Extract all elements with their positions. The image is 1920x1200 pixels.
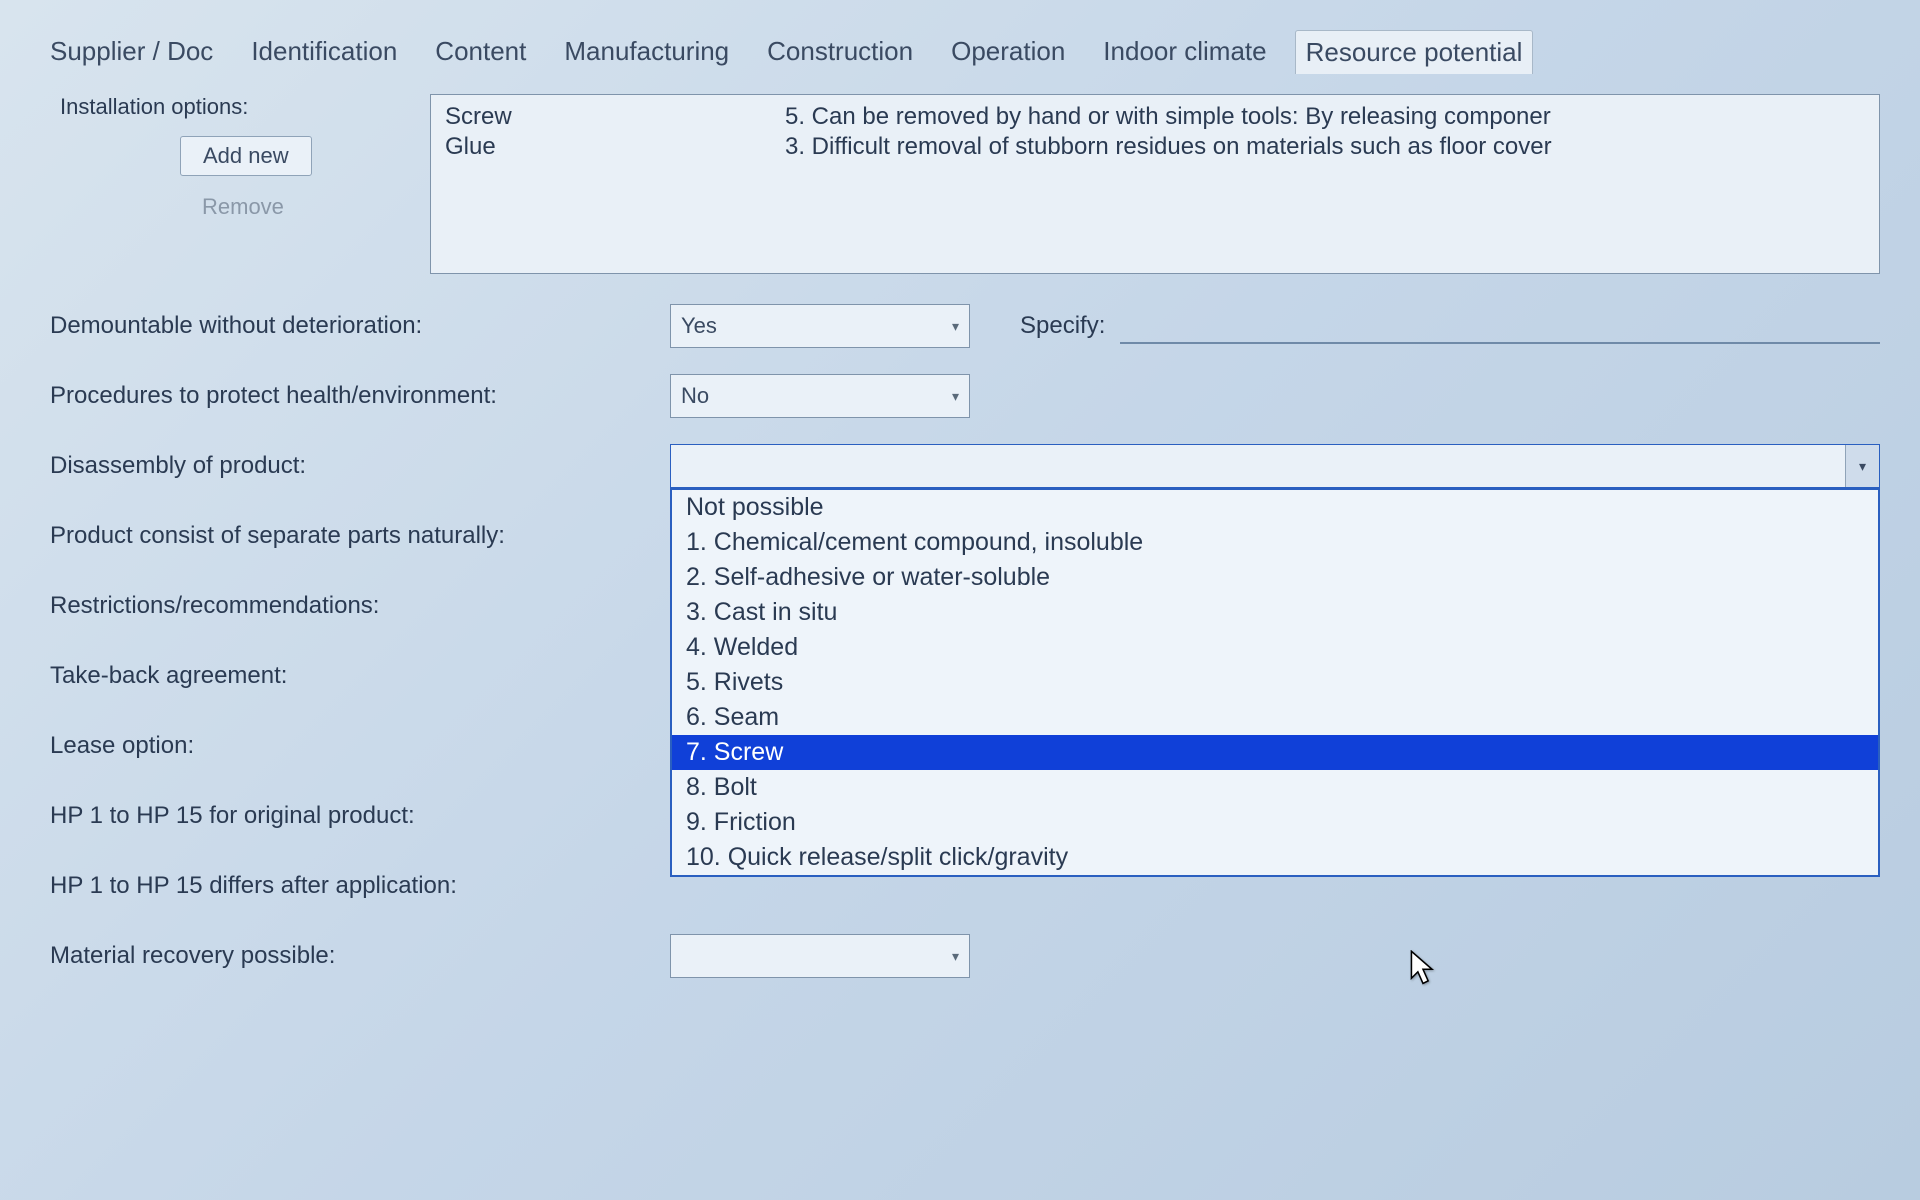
specify-input[interactable] [1120,308,1880,344]
install-item-desc: 3. Difficult removal of stubborn residue… [785,133,1865,161]
procedures-value: No [681,383,709,409]
demountable-value: Yes [681,313,717,339]
procedures-select[interactable]: No ▾ [670,374,970,418]
separate-parts-label: Product consist of separate parts natura… [50,522,670,550]
dropdown-option[interactable]: 3. Cast in situ [672,595,1878,630]
takeback-label: Take-back agreement: [50,662,670,690]
disassembly-dropdown-list: Not possible 1. Chemical/cement compound… [670,488,1880,877]
dropdown-option[interactable]: Not possible [672,490,1878,525]
disassembly-label: Disassembly of product: [50,452,670,480]
dropdown-option[interactable]: 2. Self-adhesive or water-soluble [672,560,1878,595]
dropdown-option[interactable]: 1. Chemical/cement compound, insoluble [672,525,1878,560]
install-item-name: Screw [445,103,785,131]
install-item-desc: 5. Can be removed by hand or with simple… [785,103,1865,131]
add-new-button[interactable]: Add new [180,136,312,176]
remove-button[interactable]: Remove [180,188,306,226]
material-recovery-select[interactable]: ▾ [670,934,970,978]
dropdown-option[interactable]: 9. Friction [672,805,1878,840]
demountable-label: Demountable without deterioration: [50,312,670,340]
dropdown-option-highlighted[interactable]: 7. Screw [672,735,1878,770]
dropdown-option[interactable]: 4. Welded [672,630,1878,665]
lease-option-label: Lease option: [50,732,670,760]
tab-construction[interactable]: Construction [757,30,923,74]
tab-supplier-doc[interactable]: Supplier / Doc [40,30,223,74]
installation-options-section: Installation options: Add new Remove Scr… [40,94,1880,274]
install-item-name: Glue [445,133,785,161]
dropdown-option[interactable]: 10. Quick release/split click/gravity [672,840,1878,875]
tab-manufacturing[interactable]: Manufacturing [554,30,739,74]
chevron-down-icon[interactable]: ▾ [1845,445,1879,487]
material-recovery-label: Material recovery possible: [50,942,670,970]
tab-indoor-climate[interactable]: Indoor climate [1093,30,1276,74]
specify-label: Specify: [1020,312,1105,340]
tab-operation[interactable]: Operation [941,30,1075,74]
mouse-cursor-icon [1410,950,1436,986]
chevron-down-icon: ▾ [952,318,959,335]
hp-original-label: HP 1 to HP 15 for original product: [50,802,670,830]
chevron-down-icon: ▾ [952,948,959,965]
dropdown-option[interactable]: 5. Rivets [672,665,1878,700]
procedures-label: Procedures to protect health/environment… [50,382,670,410]
tab-identification[interactable]: Identification [241,30,407,74]
dropdown-option[interactable]: 8. Bolt [672,770,1878,805]
tab-resource-potential[interactable]: Resource potential [1295,30,1534,74]
dropdown-option[interactable]: 6. Seam [672,700,1878,735]
demountable-select[interactable]: Yes ▾ [670,304,970,348]
hp-differs-label: HP 1 to HP 15 differs after application: [50,872,670,900]
restrictions-label: Restrictions/recommendations: [50,592,670,620]
chevron-down-icon: ▾ [952,388,959,405]
installation-options-label: Installation options: [60,94,248,120]
tab-bar: Supplier / Doc Identification Content Ma… [40,30,1880,74]
installation-options-list[interactable]: Screw Glue 5. Can be removed by hand or … [430,94,1880,274]
disassembly-select[interactable]: ▾ [670,444,1880,488]
tab-content[interactable]: Content [425,30,536,74]
